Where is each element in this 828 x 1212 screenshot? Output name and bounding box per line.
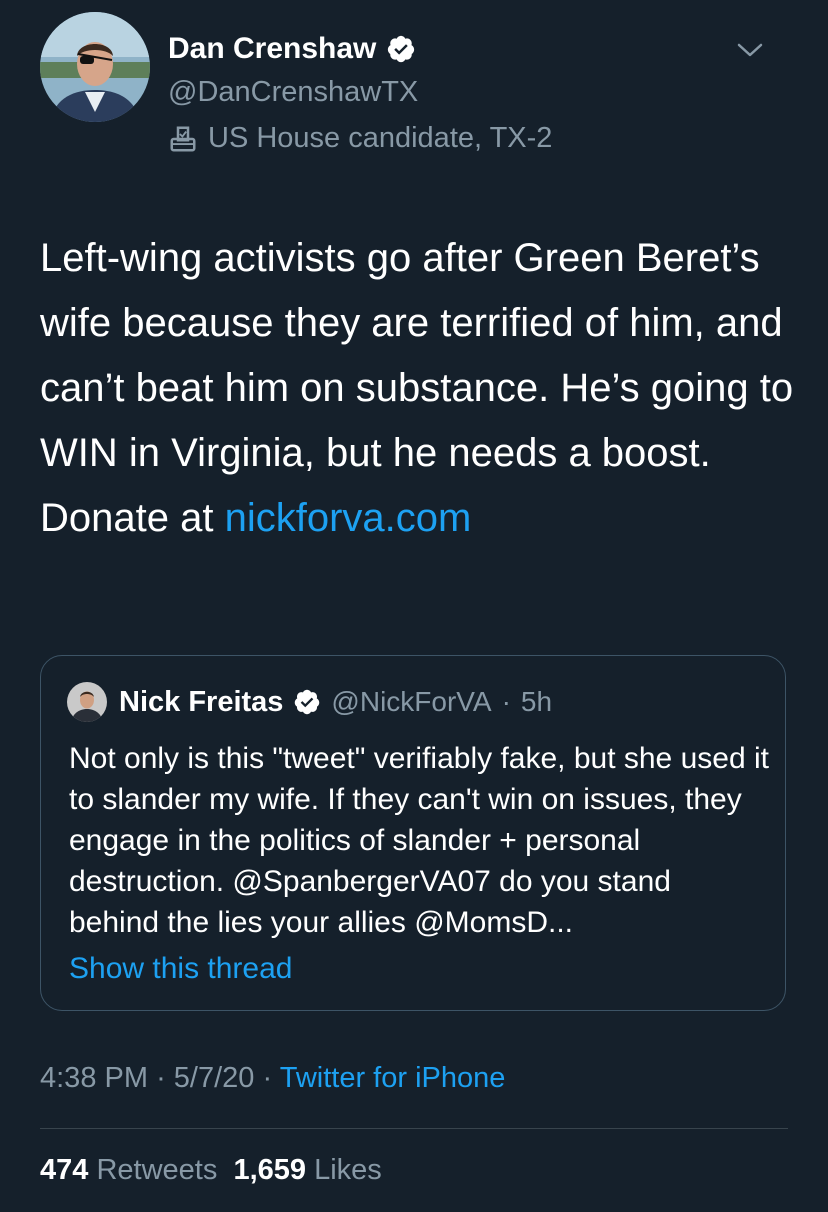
tweet-author: Dan Crenshaw @DanCrenshawTX US House can… [40,12,788,162]
quoted-tweet[interactable]: Nick Freitas @NickForVA · 5h Not only is… [40,655,786,1011]
tweet-date: 5/7/20 [173,1062,255,1094]
tweet-body: Left-wing activists go after Green Beret… [40,236,794,540]
author-name-row: Dan Crenshaw [168,32,416,66]
quoted-author-avatar [67,682,107,722]
author-avatar[interactable] [40,12,150,122]
quoted-tweet-header: Nick Freitas @NickForVA · 5h [67,682,552,722]
quoted-author-handle: @NickForVA [331,686,492,717]
quoted-author-name[interactable]: Nick Freitas [119,686,283,719]
retweets-stat[interactable]: 474 Retweets [40,1154,217,1186]
verified-badge-icon [293,688,321,716]
tweet-link[interactable]: nickforva.com [225,496,472,540]
verified-badge-icon [386,34,416,64]
tweet-stats: 474 Retweets 1,659 Likes [40,1154,382,1187]
show-thread-link[interactable]: Show this thread [69,952,292,986]
author-label-row: US House candidate, TX-2 [168,122,552,155]
meta-separator: · [262,1062,273,1094]
ballot-box-icon [168,124,198,154]
likes-label: Likes [314,1154,382,1186]
tweet-source-link[interactable]: Twitter for iPhone [280,1062,506,1094]
quoted-timestamp: 5h [520,686,553,717]
chevron-down-icon[interactable] [736,40,764,60]
tweet-time: 4:38 PM [40,1062,148,1094]
retweets-count: 474 [40,1154,89,1186]
tweet-text: Left-wing activists go after Green Beret… [40,226,800,551]
quoted-tweet-text: Not only is this "tweet" verifiably fake… [69,742,769,939]
meta-separator: · [156,1062,166,1094]
likes-stat[interactable]: 1,659 Likes [233,1154,381,1186]
author-handle[interactable]: @DanCrenshawTX [168,76,418,109]
divider [40,1128,788,1129]
tweet-metadata: 4:38 PM · 5/7/20 · Twitter for iPhone [40,1062,505,1095]
likes-count: 1,659 [233,1154,307,1186]
author-label: US House candidate, TX-2 [208,122,553,154]
author-name[interactable]: Dan Crenshaw [168,32,376,66]
quoted-separator: · [501,686,511,717]
retweets-label: Retweets [96,1154,218,1186]
